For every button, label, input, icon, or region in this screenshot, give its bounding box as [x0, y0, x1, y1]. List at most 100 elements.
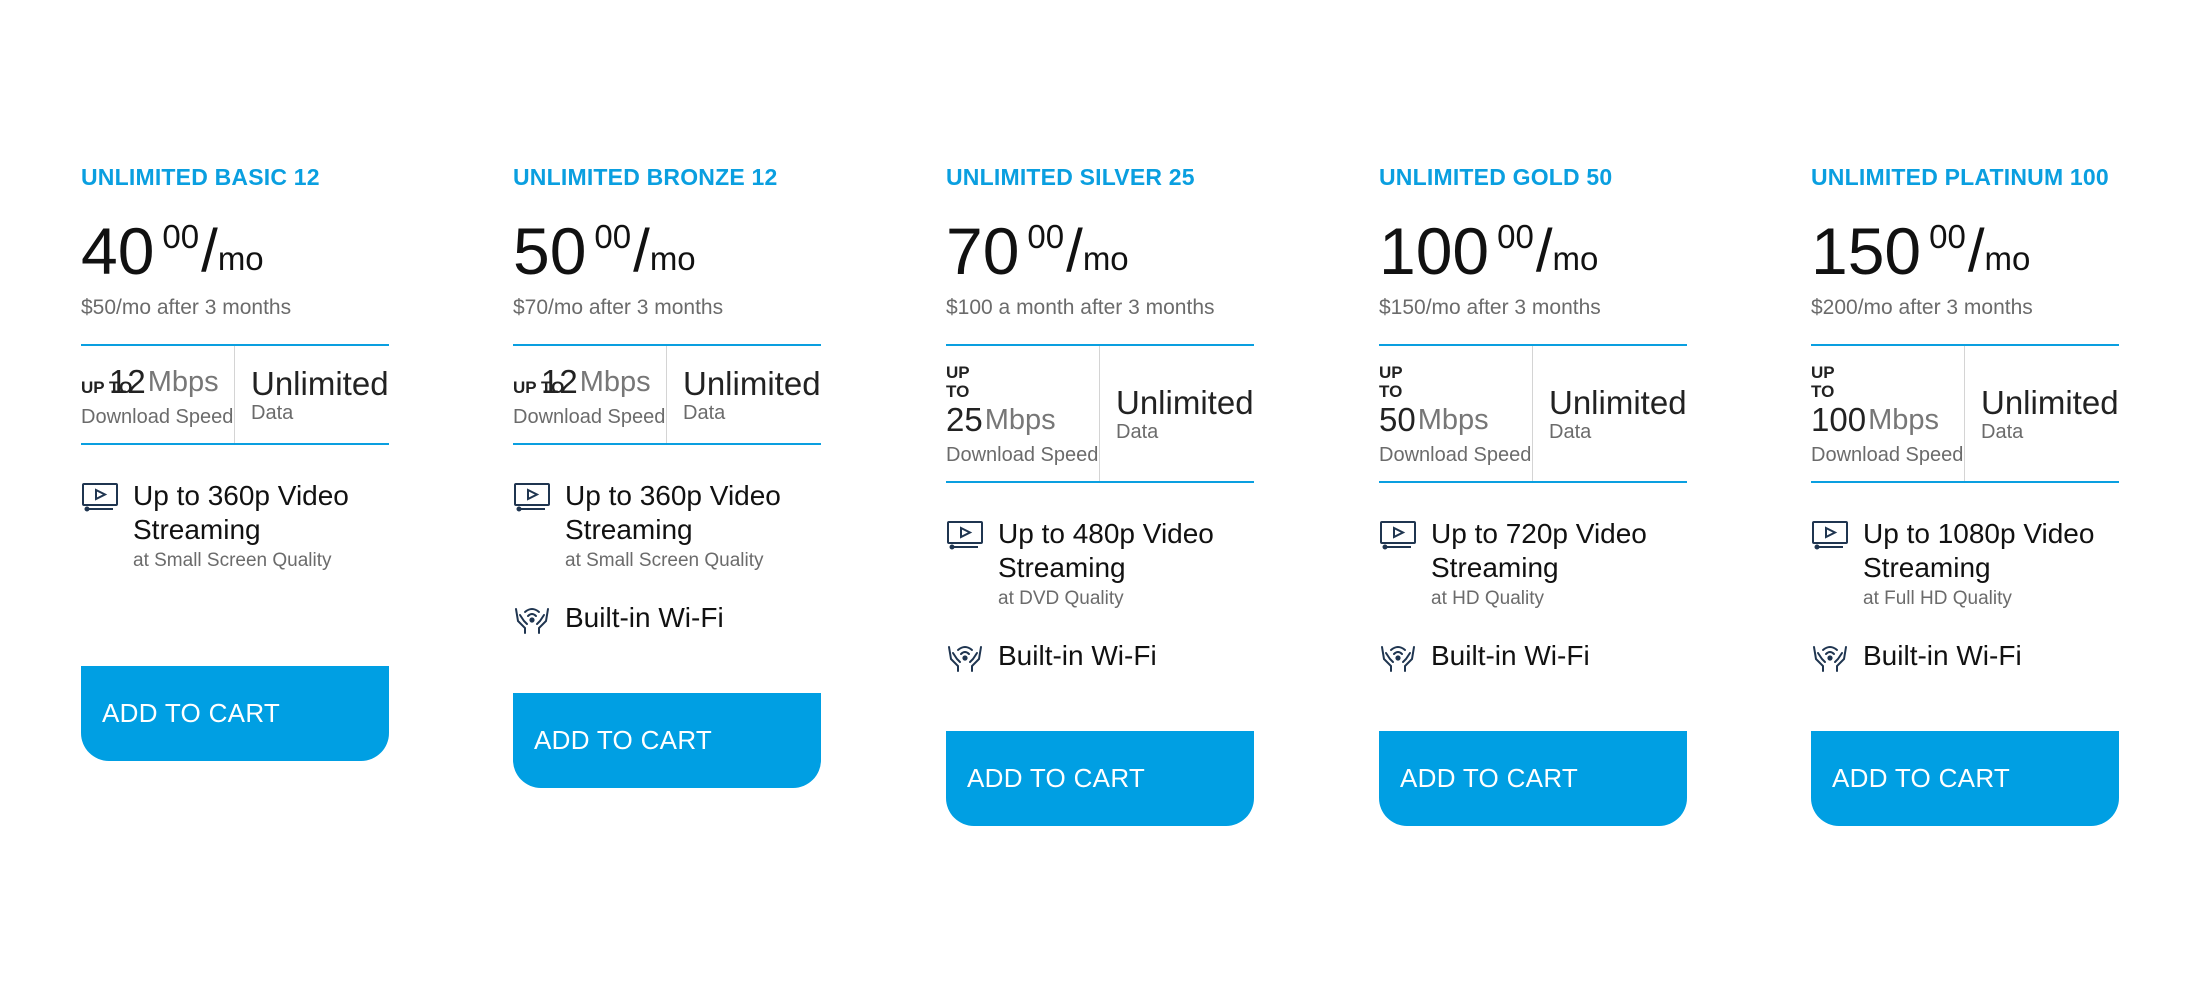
data-spec: Unlimited Data	[667, 346, 821, 443]
price-slash: /	[1535, 217, 1553, 284]
speed-upto: UP TO	[1379, 363, 1403, 401]
promo-note: $100 a month after 3 months	[946, 296, 1215, 319]
data-value: Unlimited	[1116, 383, 1254, 421]
wifi-feature: Built-in Wi-Fi	[946, 638, 1254, 673]
price-cents: 00	[1929, 218, 1966, 255]
video-feature: Up to 720p Video Streaming at HD Quality	[1379, 517, 1687, 610]
add-to-cart-button[interactable]: ADD TO CART	[513, 693, 821, 788]
plan-price: 40 00/mo	[81, 216, 389, 286]
plan-price: 100 00/mo	[1379, 216, 1687, 286]
price-cents: 00	[162, 218, 200, 255]
speed-label: Download Speed	[1379, 444, 1532, 466]
add-to-cart-button[interactable]: ADD TO CART	[1811, 731, 2119, 826]
plans-grid: UNLIMITED BASIC 12 40 00/mo $50/mo after …	[0, 0, 2200, 1000]
add-to-cart-button[interactable]: ADD TO CART	[946, 731, 1254, 826]
speed-upto: UP TO	[946, 363, 970, 401]
data-label: Data	[1981, 420, 2024, 443]
speed-upto: UP TO	[513, 378, 565, 397]
video-feature-text: Up to 480p Video Streaming at DVD Qualit…	[998, 517, 1254, 610]
data-spec: Unlimited Data	[1533, 346, 1687, 481]
video-feature-sub: at Full HD Quality	[1863, 588, 2012, 609]
plan-price: 150 00/mo	[1811, 216, 2119, 286]
plan-name: UNLIMITED GOLD 50	[1379, 164, 1613, 190]
speed-label: Download Speed	[513, 406, 666, 428]
video-feature: Up to 360p Video Streaming at Small Scre…	[81, 479, 389, 572]
spec-box: UP TO 25Mbps Download Speed Unlimited Da…	[946, 344, 1254, 483]
price-period: mo	[1552, 240, 1599, 277]
tv-play-icon	[947, 521, 983, 550]
price-period: mo	[1984, 240, 2031, 277]
video-feature-text: Up to 1080p Video Streaming at Full HD Q…	[1863, 517, 2119, 610]
wifi-feature-title: Built-in Wi-Fi	[1863, 639, 2022, 671]
price-period: mo	[1082, 240, 1129, 277]
spec-box: UP TO 100Mbps Download Speed Unlimited D…	[1811, 344, 2119, 483]
spec-box: UP TO12Mbps Download Speed Unlimited Dat…	[81, 344, 389, 445]
speed-label: Download Speed	[81, 406, 234, 428]
promo-note: $70/mo after 3 months	[513, 296, 724, 319]
plan-card-bronze: UNLIMITED BRONZE 12 50 00/mo $70/mo after…	[513, 164, 821, 788]
data-value: Unlimited	[1549, 383, 1687, 421]
speed-unit: Mbps	[579, 366, 651, 398]
video-feature: Up to 360p Video Streaming at Small Scre…	[513, 479, 821, 572]
price-cents: 00	[1027, 218, 1065, 255]
speed-label: Download Speed	[1811, 444, 1964, 466]
speed-unit: Mbps	[147, 366, 219, 398]
plan-name: UNLIMITED PLATINUM 100	[1811, 164, 2109, 190]
wifi-hands-icon	[515, 608, 549, 634]
speed-value: 25	[946, 401, 983, 438]
speed-label: Download Speed	[946, 444, 1099, 466]
price-cents: 00	[1497, 218, 1534, 255]
data-spec: Unlimited Data	[235, 346, 389, 443]
price-period: mo	[217, 240, 264, 277]
video-feature-text: Up to 360p Video Streaming at Small Scre…	[565, 479, 821, 572]
plan-card-platinum: UNLIMITED PLATINUM 100 150 00/mo $200/mo …	[1811, 164, 2119, 826]
data-label: Data	[1549, 420, 1592, 443]
speed-upto: UP TO	[1811, 363, 1835, 401]
plan-price: 70 00/mo	[946, 216, 1254, 286]
spec-box: UP TO 50Mbps Download Speed Unlimited Da…	[1379, 344, 1687, 483]
video-feature-sub: at DVD Quality	[998, 588, 1124, 609]
video-feature-title: Up to 1080p Video Streaming	[1863, 518, 2095, 583]
video-feature-sub: at HD Quality	[1431, 588, 1544, 609]
data-spec: Unlimited Data	[1965, 346, 2119, 481]
promo-note: $200/mo after 3 months	[1811, 296, 2033, 319]
price-dollars: 150	[1811, 214, 1922, 288]
download-speed-spec: UP TO 25Mbps Download Speed	[946, 346, 1100, 481]
speed-row: 25Mbps	[946, 401, 1099, 439]
wifi-feature: Built-in Wi-Fi	[513, 600, 821, 635]
price-slash: /	[201, 217, 218, 284]
add-to-cart-button[interactable]: ADD TO CART	[81, 666, 389, 761]
tv-play-icon	[82, 483, 118, 512]
download-speed-spec: UP TO 50Mbps Download Speed	[1379, 346, 1533, 481]
wifi-hands-icon	[1381, 646, 1415, 672]
promo-note: $50/mo after 3 months	[81, 296, 292, 319]
video-feature-title: Up to 720p Video Streaming	[1431, 518, 1647, 583]
video-feature-text: Up to 720p Video Streaming at HD Quality	[1431, 517, 1687, 610]
plan-name: UNLIMITED BRONZE 12	[513, 164, 778, 190]
wifi-feature-title: Built-in Wi-Fi	[565, 601, 724, 633]
video-feature-sub: at Small Screen Quality	[133, 550, 332, 571]
add-to-cart-button[interactable]: ADD TO CART	[1379, 731, 1687, 826]
speed-value: 50	[1379, 401, 1416, 438]
plan-price: 50 00/mo	[513, 216, 821, 286]
wifi-feature-title: Built-in Wi-Fi	[1431, 639, 1590, 671]
video-feature-title: Up to 360p Video Streaming	[133, 480, 349, 545]
data-value: Unlimited	[251, 364, 389, 402]
price-cents: 00	[594, 218, 632, 255]
data-value: Unlimited	[683, 364, 821, 402]
speed-value: 12	[541, 363, 578, 400]
price-slash: /	[633, 217, 650, 284]
price-dollars: 50	[513, 214, 587, 288]
plan-card-silver: UNLIMITED SILVER 25 70 00/mo $100 a month…	[946, 164, 1254, 826]
data-value: Unlimited	[1981, 383, 2119, 421]
speed-row: UP TO12Mbps	[81, 363, 234, 401]
wifi-feature: Built-in Wi-Fi	[1811, 638, 2119, 673]
wifi-hands-icon	[1813, 646, 1847, 672]
promo-note: $150/mo after 3 months	[1379, 296, 1601, 319]
price-slash: /	[1066, 217, 1083, 284]
speed-upto: UP TO	[81, 378, 133, 397]
spec-box: UP TO12Mbps Download Speed Unlimited Dat…	[513, 344, 821, 445]
wifi-feature-title: Built-in Wi-Fi	[998, 639, 1157, 671]
plan-card-gold: UNLIMITED GOLD 50 100 00/mo $150/mo after…	[1379, 164, 1687, 826]
wifi-hands-icon	[948, 646, 982, 672]
